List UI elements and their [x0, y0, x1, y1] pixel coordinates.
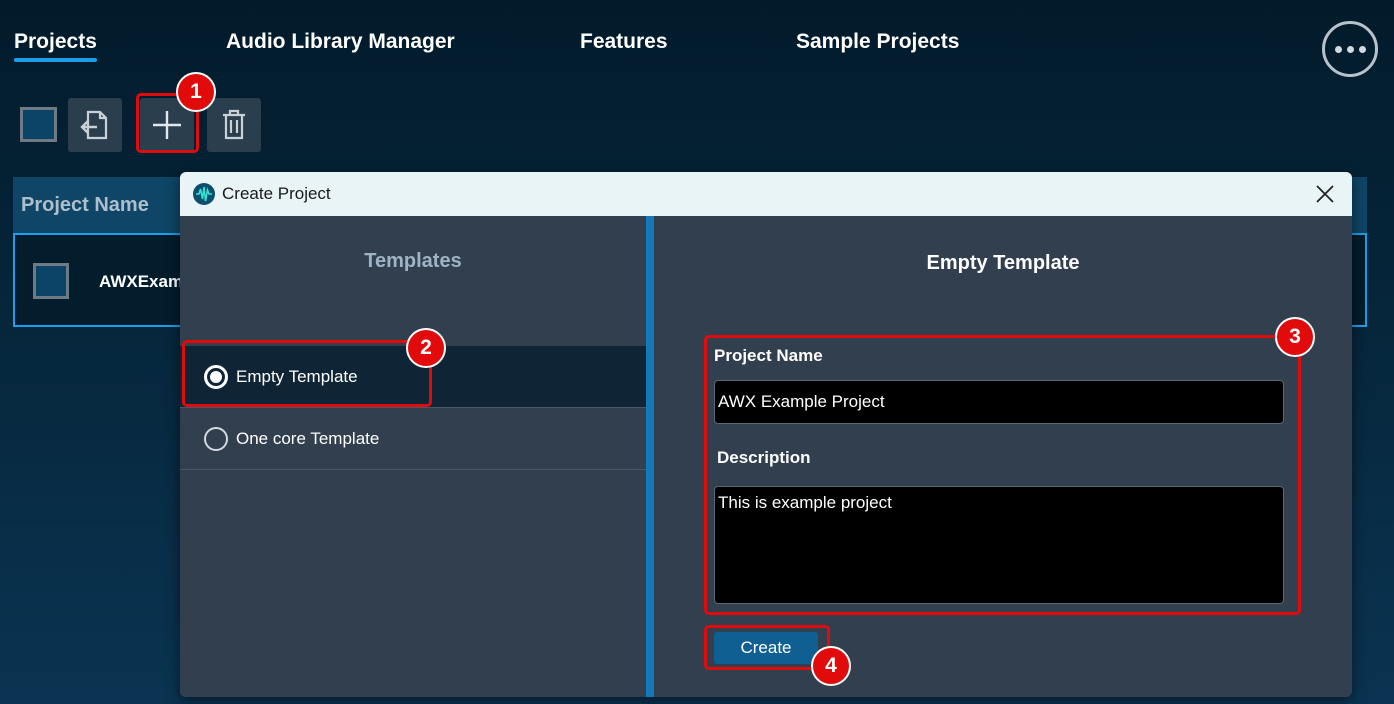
more-options-button[interactable] — [1322, 21, 1378, 77]
template-label: One core Template — [236, 428, 380, 448]
top-nav: Projects Audio Library Manager Features … — [0, 0, 1394, 80]
templates-pane: Templates Empty Template One core Templa… — [180, 216, 646, 697]
dialog-title: Create Project — [222, 184, 331, 203]
more-horizontal-icon — [1334, 45, 1342, 53]
template-one-core[interactable]: One core Template — [180, 408, 646, 470]
highlight-project-fields — [704, 335, 1301, 615]
import-icon — [80, 110, 108, 140]
selected-template-heading: Empty Template — [926, 252, 1080, 274]
column-project-name: Project Name — [21, 194, 149, 216]
dialog-titlebar: Create Project — [180, 172, 1352, 216]
row-checkbox[interactable] — [33, 263, 69, 299]
tab-sample-projects[interactable]: Sample Projects — [796, 30, 959, 54]
pane-divider — [646, 216, 654, 697]
highlight-empty-template — [182, 340, 432, 407]
annotation-badge-1: 1 — [176, 72, 216, 112]
trash-icon — [223, 109, 245, 140]
close-icon[interactable] — [1314, 183, 1336, 205]
radio-unselected-icon[interactable] — [204, 426, 228, 451]
annotation-badge-4: 4 — [811, 646, 851, 686]
tab-audio-library-manager[interactable]: Audio Library Manager — [226, 30, 455, 54]
tab-features[interactable]: Features — [580, 30, 668, 54]
annotation-badge-3: 3 — [1275, 317, 1315, 357]
annotation-badge-2: 2 — [406, 328, 446, 368]
row-project-name: AWXExam — [99, 272, 184, 291]
app-logo-icon — [193, 183, 215, 205]
templates-heading: Templates — [364, 250, 462, 272]
delete-project-button[interactable] — [207, 98, 261, 152]
select-all-checkbox[interactable] — [20, 107, 57, 142]
import-project-button[interactable] — [68, 98, 122, 152]
tab-projects[interactable]: Projects — [14, 30, 97, 62]
